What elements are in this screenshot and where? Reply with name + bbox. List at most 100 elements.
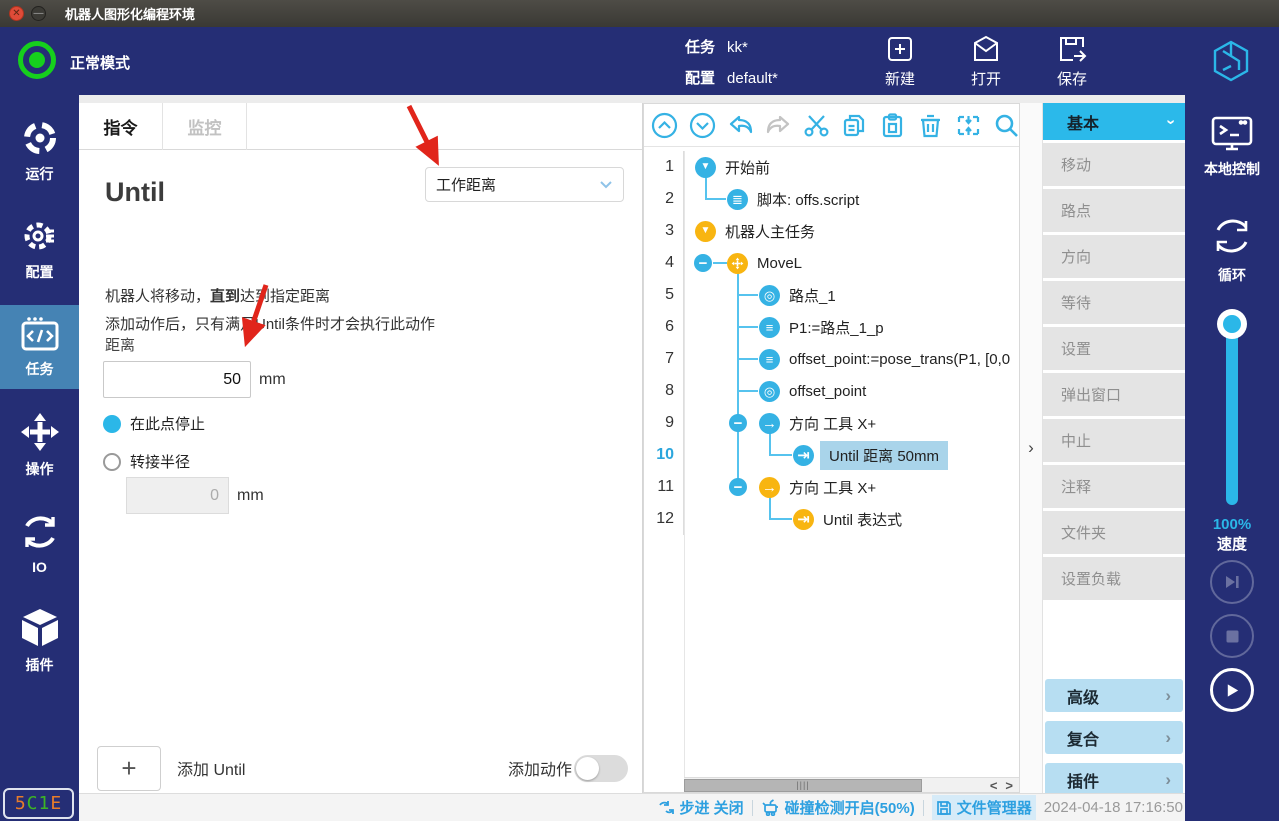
step-mode-icon: [658, 799, 675, 816]
terminal-icon: [1210, 115, 1254, 153]
command-group-plugin[interactable]: 插件›: [1045, 763, 1183, 796]
open-task-button[interactable]: 打开: [958, 33, 1014, 89]
step-mode-status[interactable]: 步进 关闭: [658, 797, 744, 818]
delete-icon[interactable]: [917, 112, 944, 139]
tree-row-number: 2: [644, 183, 684, 215]
until-node-icon: ⇥: [793, 445, 814, 466]
assign-node-icon: ≡: [759, 349, 780, 370]
task-code-icon: [19, 315, 61, 353]
command-item-comment[interactable]: 注释: [1043, 465, 1185, 508]
tree-row-number: 7: [644, 343, 684, 375]
tree-row[interactable]: 8 ◎ offset_point: [644, 375, 1019, 407]
expand-node-icon[interactable]: ▼: [695, 221, 716, 242]
tree-row-number: 8: [644, 375, 684, 407]
file-manager-button[interactable]: 文件管理器: [932, 795, 1036, 820]
tree-row-number: 12: [644, 503, 684, 535]
command-item-direction[interactable]: 方向: [1043, 235, 1185, 278]
local-control-button[interactable]: 本地控制: [1185, 115, 1279, 179]
command-item-payload[interactable]: 设置负载: [1043, 557, 1185, 600]
tree-row[interactable]: 5 ◎ 路点_1: [644, 279, 1019, 311]
step-icon: [1223, 573, 1241, 591]
task-label: 任务: [685, 35, 715, 61]
tree-row[interactable]: 11 − → 方向 工具 X+: [644, 471, 1019, 503]
tree-row[interactable]: 6 ≡ P1:=路点_1_p: [644, 311, 1019, 343]
sidebar-item-config[interactable]: 配置: [0, 207, 79, 291]
run-icon: [20, 118, 60, 158]
tree-row-number: 9: [644, 407, 684, 439]
sidebar-item-task[interactable]: 任务: [0, 305, 79, 389]
command-item-move[interactable]: 移动: [1043, 143, 1185, 186]
move-down-icon[interactable]: [689, 112, 716, 139]
distance-input[interactable]: [103, 361, 251, 398]
distance-unit: mm: [259, 371, 286, 389]
blend-radius-radio[interactable]: 转接半径: [103, 451, 190, 472]
move-up-icon[interactable]: [651, 112, 678, 139]
collision-status[interactable]: 碰撞检测开启(50%): [761, 797, 915, 818]
panel-tabbar: 指令 监控: [79, 103, 642, 150]
stop-at-point-radio[interactable]: 在此点停止: [103, 413, 205, 434]
tree-row[interactable]: 2 ≣ 脚本: offs.script: [644, 183, 1019, 215]
tree-row-selected[interactable]: 10 ⇥ Until 距离 50mm: [644, 439, 1019, 471]
save-task-button[interactable]: 保存: [1044, 33, 1100, 89]
redo-icon[interactable]: [765, 112, 792, 139]
add-until-button[interactable]: +: [97, 746, 161, 791]
scroll-left-icon[interactable]: <: [990, 778, 998, 793]
tree-row[interactable]: 12 ⇥ Until 表达式: [644, 503, 1019, 535]
collapse-node-icon[interactable]: −: [729, 478, 747, 496]
command-group-basic[interactable]: 基本 ›: [1043, 103, 1185, 140]
loop-icon: [1209, 213, 1255, 259]
tree-row[interactable]: 9 − → 方向 工具 X+: [644, 407, 1019, 439]
sidebar-item-plugin[interactable]: 插件: [0, 599, 79, 683]
command-item-abort[interactable]: 中止: [1043, 419, 1185, 462]
sidebar-item-run[interactable]: 运行: [0, 109, 79, 193]
command-item-wait[interactable]: 等待: [1043, 281, 1185, 324]
panel-collapse-handle[interactable]: ›: [1020, 103, 1043, 793]
loop-button[interactable]: 循环: [1185, 213, 1279, 285]
radio-unselected-icon[interactable]: [103, 453, 121, 471]
new-task-button[interactable]: 新建: [872, 33, 928, 89]
scroll-right-icon[interactable]: >: [1005, 778, 1013, 793]
description-text: 机器人将移动，直到达到指定距离 添加动作后，只有满足Until条件时才会执行此动…: [105, 283, 435, 339]
instruction-panel: 指令 监控 Until 工作距离 机器人将移动，直到达到指定距离 添加动作后，只…: [79, 103, 643, 793]
paste-icon[interactable]: [879, 112, 906, 139]
play-button[interactable]: [1210, 668, 1254, 712]
cut-icon[interactable]: [803, 112, 830, 139]
command-item-popup[interactable]: 弹出窗口: [1043, 373, 1185, 416]
tab-monitor[interactable]: 监控: [163, 103, 247, 150]
collapse-node-icon[interactable]: −: [694, 254, 712, 272]
sidebar-item-io[interactable]: IO: [0, 501, 79, 585]
radio-selected-icon[interactable]: [103, 415, 121, 433]
waypoint-node-icon: ◎: [759, 285, 780, 306]
command-item-waypoint[interactable]: 路点: [1043, 189, 1185, 232]
tree-row[interactable]: 4 − MoveL: [644, 247, 1019, 279]
speed-slider[interactable]: [1226, 313, 1238, 505]
copy-icon[interactable]: [841, 112, 868, 139]
expand-node-icon[interactable]: ▼: [695, 157, 716, 178]
collapse-icon[interactable]: [955, 112, 982, 139]
undo-icon[interactable]: [727, 112, 754, 139]
add-action-toggle[interactable]: [574, 755, 628, 782]
tree-row[interactable]: 3 ▼ 机器人主任务: [644, 215, 1019, 247]
window-close-button[interactable]: ✕: [9, 6, 24, 21]
tree-row-number: 11: [644, 471, 684, 503]
window-minimize-button[interactable]: —: [31, 6, 46, 21]
command-item-set[interactable]: 设置: [1043, 327, 1185, 370]
until-type-select[interactable]: 工作距离: [425, 167, 624, 202]
blend-radius-input[interactable]: [126, 477, 229, 514]
line-number-divider: [684, 151, 685, 777]
speed-slider-thumb[interactable]: [1217, 309, 1247, 339]
command-item-folder[interactable]: 文件夹: [1043, 511, 1185, 554]
command-group-advanced[interactable]: 高级›: [1045, 679, 1183, 712]
sidebar-item-operate[interactable]: 操作: [0, 403, 79, 487]
tree-row[interactable]: 7 ≡ offset_point:=pose_trans(P1, [0,0: [644, 343, 1019, 375]
tab-instruction[interactable]: 指令: [79, 103, 163, 150]
search-icon[interactable]: [993, 112, 1020, 139]
tree-row[interactable]: 1 ▼ 开始前: [644, 151, 1019, 183]
scrollbar-thumb[interactable]: ||||: [684, 779, 922, 792]
collapse-node-icon[interactable]: −: [729, 414, 747, 432]
step-button[interactable]: [1210, 560, 1254, 604]
command-group-composite[interactable]: 复合›: [1045, 721, 1183, 754]
stop-button[interactable]: [1210, 614, 1254, 658]
horizontal-scrollbar[interactable]: |||| < >: [684, 777, 1019, 792]
gear-icon: [20, 216, 60, 256]
